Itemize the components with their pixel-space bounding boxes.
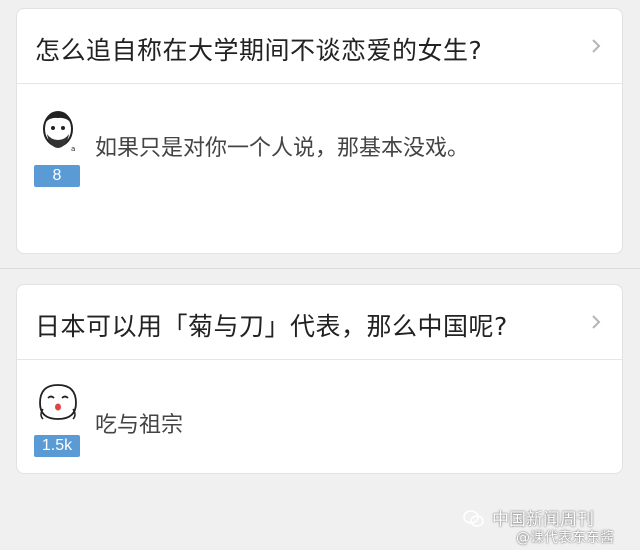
question-card[interactable]: 怎么追自称在大学期间不谈恋爱的女生? a 8 如果只是对你一个人说，那基本没戏。 — [16, 8, 623, 254]
answer-excerpt[interactable]: 如果只是对你一个人说，那基本没戏。 — [95, 130, 469, 162]
question-title[interactable]: 日本可以用「菊与刀」代表，那么中国呢? — [35, 307, 508, 343]
wechat-icon — [463, 510, 484, 527]
page: 怎么追自称在大学期间不谈恋爱的女生? a 8 如果只是对你一个人说，那基本没戏。… — [0, 0, 640, 550]
watermark-handle: @课代表东东酱 — [516, 530, 614, 546]
cartoon-face-avatar[interactable] — [35, 379, 81, 425]
bearded-man-avatar[interactable]: a — [35, 107, 81, 153]
question-card[interactable]: 日本可以用「菊与刀」代表，那么中国呢? 1.5k 吃与祖宗 — [16, 284, 623, 474]
chevron-right-icon[interactable] — [588, 313, 604, 331]
question-title[interactable]: 怎么追自称在大学期间不谈恋爱的女生? — [35, 31, 482, 67]
vote-count-badge: 8 — [34, 165, 80, 187]
question-header[interactable]: 日本可以用「菊与刀」代表，那么中国呢? — [17, 285, 622, 360]
question-header[interactable]: 怎么追自称在大学期间不谈恋爱的女生? — [17, 9, 622, 84]
answer-excerpt[interactable]: 吃与祖宗 — [95, 407, 183, 439]
svg-text:a: a — [71, 145, 75, 153]
chevron-right-icon[interactable] — [588, 37, 604, 55]
vote-count-badge: 1.5k — [34, 435, 80, 457]
divider — [0, 268, 640, 269]
